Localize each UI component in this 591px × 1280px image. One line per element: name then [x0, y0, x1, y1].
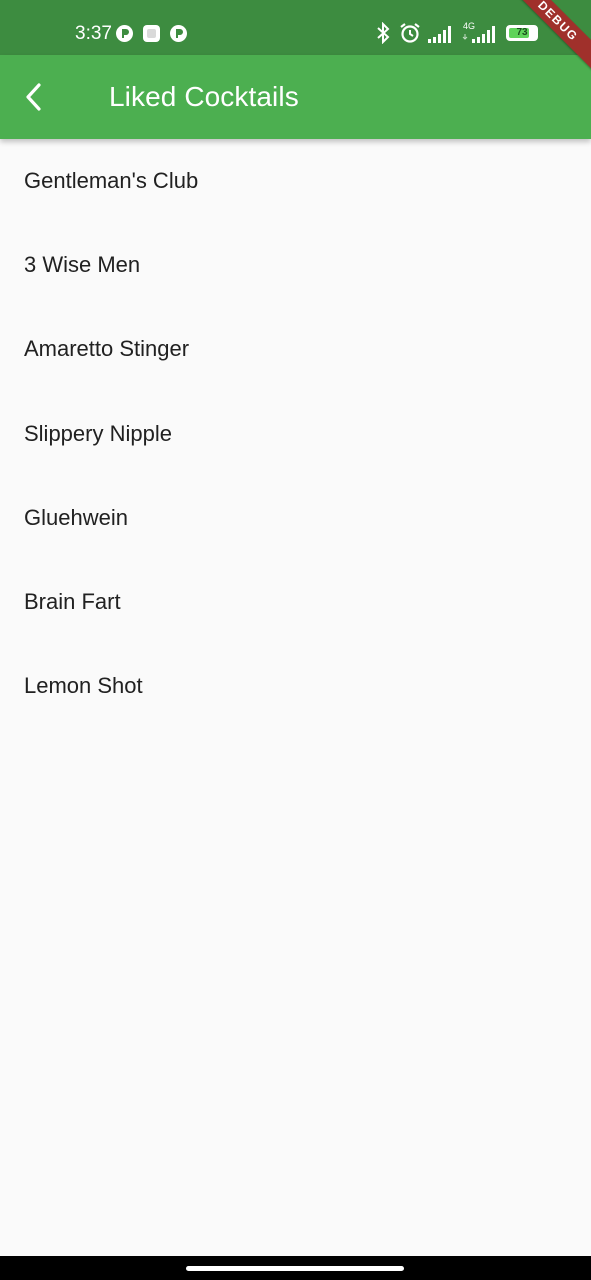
cocktail-name: Lemon Shot: [24, 673, 143, 699]
cocktail-list-item[interactable]: Brain Fart: [0, 560, 591, 644]
cocktail-name: Gluehwein: [24, 504, 128, 530]
cocktail-list-item[interactable]: Amaretto Stinger: [0, 307, 591, 391]
notification-app-icon: [170, 25, 187, 42]
notification-app-icon: [143, 25, 160, 42]
notification-app-icon: [116, 25, 133, 42]
navigation-bar: [0, 1256, 591, 1280]
cocktail-name: Brain Fart: [24, 589, 121, 615]
cocktail-list-item[interactable]: Slippery Nipple: [0, 392, 591, 476]
cocktail-name: Slippery Nipple: [24, 420, 172, 446]
cocktail-list-item[interactable]: Gentleman's Club: [0, 139, 591, 223]
cocktail-list-item[interactable]: Lemon Shot: [0, 644, 591, 728]
back-button[interactable]: [10, 69, 58, 125]
status-time: 3:37: [75, 23, 112, 44]
cocktail-list-item[interactable]: Gluehwein: [0, 476, 591, 560]
signal-icon: [462, 26, 495, 43]
app-bar: Liked Cocktails: [0, 55, 591, 139]
cocktail-name: 3 Wise Men: [24, 252, 141, 278]
battery-level: 73: [516, 27, 528, 38]
battery-icon: 73: [506, 25, 538, 41]
page-title: Liked Cocktails: [109, 81, 299, 112]
home-indicator[interactable]: [186, 1266, 404, 1271]
arrow-back-icon: [26, 83, 41, 111]
status-bar: 3:37 4G 73: [0, 0, 591, 55]
bluetooth-icon: [377, 22, 390, 44]
cocktail-name: Gentleman's Club: [24, 168, 199, 194]
liked-cocktails-list: Gentleman's Club 3 Wise Men Amaretto Sti…: [0, 139, 591, 728]
signal-icon: [428, 26, 451, 43]
cocktail-name: Amaretto Stinger: [24, 336, 190, 362]
cocktail-list-item[interactable]: 3 Wise Men: [0, 223, 591, 307]
alarm-icon: [400, 23, 420, 43]
